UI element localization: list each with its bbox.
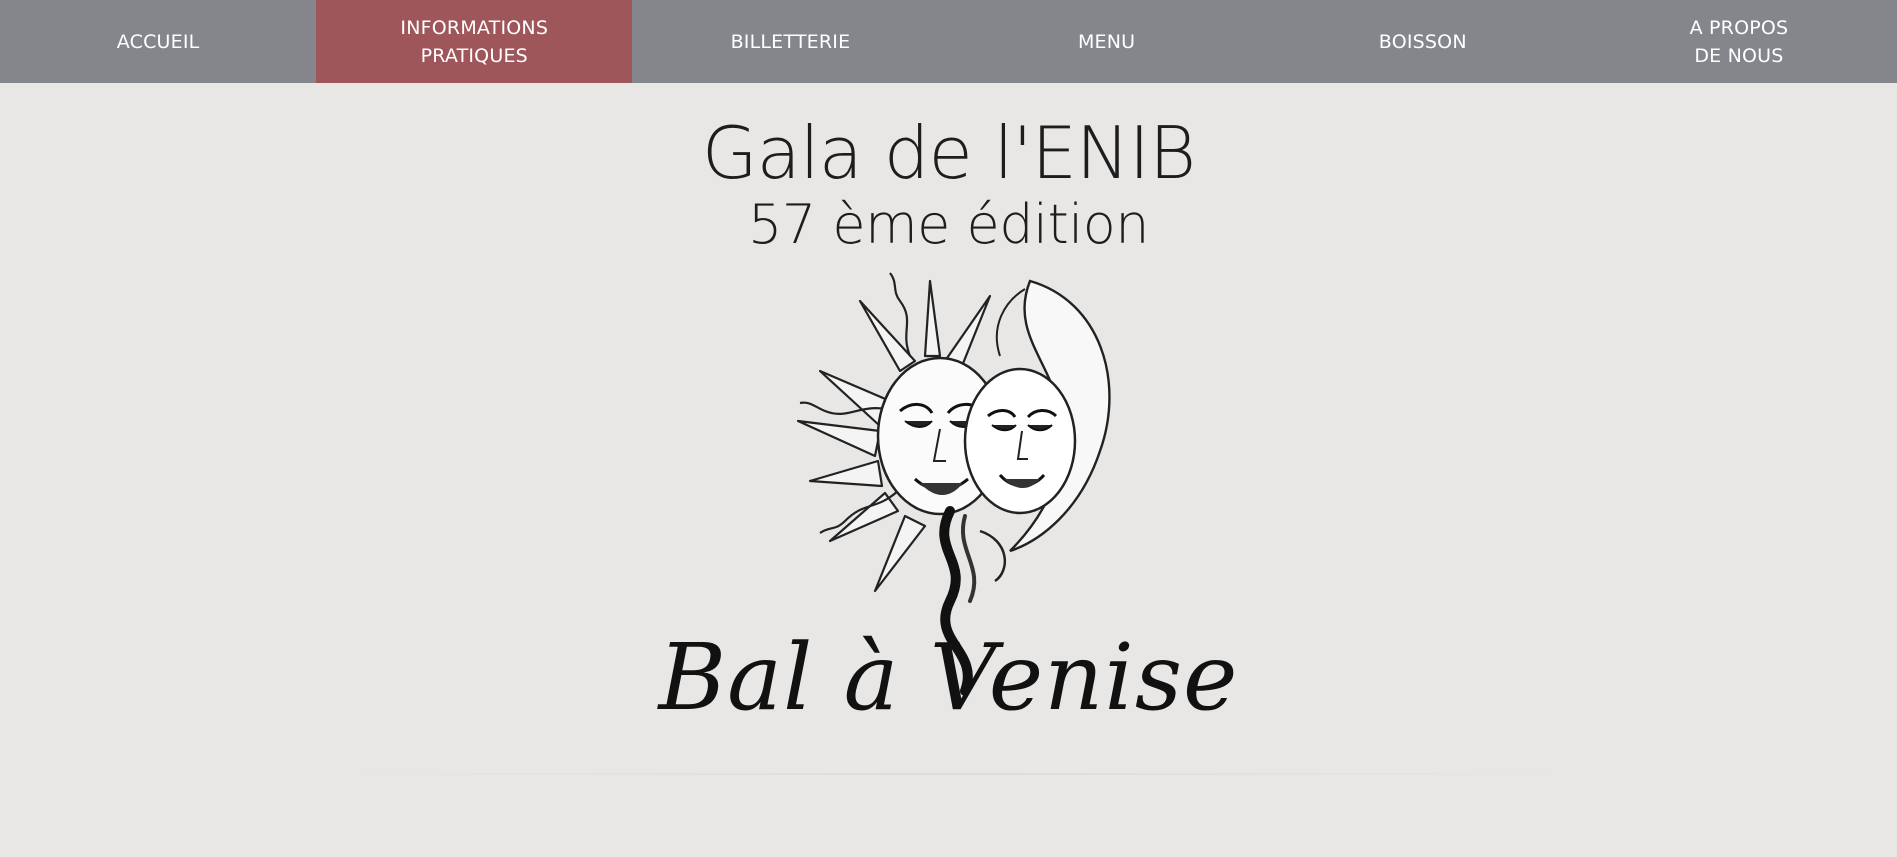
nav-item-boisson[interactable]: BOISSON	[1265, 0, 1581, 83]
hero-logo: Gala de l'ENIB 57 ème édition Bal à Veni…	[0, 83, 1897, 857]
gala-title: Gala de l'ENIB	[701, 111, 1196, 195]
hero-divider	[340, 773, 1570, 775]
nav-item-accueil[interactable]: ACCUEIL	[0, 0, 316, 83]
nav-item-informations-pratiques[interactable]: INFORMATIONS PRATIQUES	[316, 0, 633, 83]
bal-a-venise-script: Bal à Venise	[658, 624, 1239, 731]
edition-subtitle: 57 ème édition	[747, 193, 1150, 256]
nav-item-a-propos[interactable]: A PROPOS DE NOUS	[1581, 0, 1897, 83]
nav-item-menu[interactable]: MENU	[949, 0, 1265, 83]
main-navbar: ACCUEIL INFORMATIONS PRATIQUES BILLETTER…	[0, 0, 1897, 83]
nav-item-billetterie[interactable]: BILLETTERIE	[632, 0, 948, 83]
